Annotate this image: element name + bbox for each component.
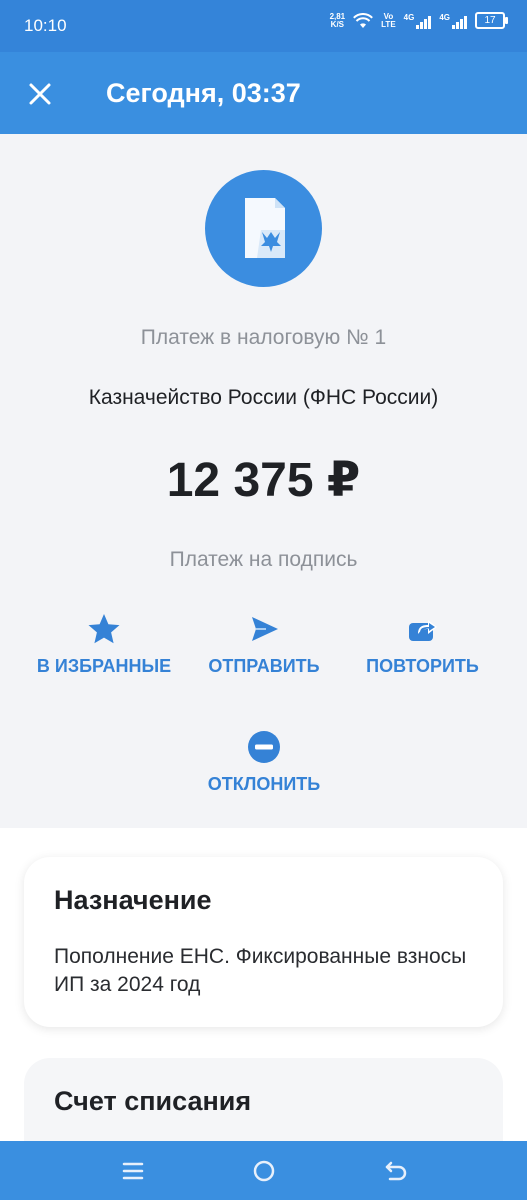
purpose-title: Назначение (54, 885, 212, 915)
status-icons: 2,81 K/S Vo LTE 4G 4G 17 (330, 12, 508, 29)
minus-circle-icon (248, 731, 280, 763)
close-icon (29, 83, 51, 105)
home-button[interactable] (249, 1157, 279, 1185)
purpose-text: Пополнение ЕНС. Фиксированные взносы ИП … (54, 945, 467, 996)
recipient-name: Казначейство России (ФНС России) (88, 386, 439, 409)
favorites-label: В ИЗБРАННЫЕ (36, 656, 172, 676)
repeat-button[interactable]: ПОВТОРИТЬ (350, 612, 495, 677)
status-bar: 10:10 2,81 K/S Vo LTE 4G 4G 17 (0, 0, 527, 52)
payment-amount: 12 375 ₽ (166, 454, 361, 507)
signal-sim2-icon: 4G (439, 13, 467, 29)
payment-status: Платеж на подпись (169, 548, 358, 571)
wifi-icon (353, 12, 374, 28)
purpose-card: Назначение Пополнение ЕНС. Фиксированные… (24, 857, 503, 1027)
repeat-icon (408, 620, 437, 641)
menu-icon (122, 1162, 144, 1180)
signal-sim1-icon: 4G (404, 13, 432, 29)
close-button[interactable] (20, 74, 60, 114)
payment-type: Платеж в налоговую № 1 (140, 326, 387, 349)
home-circle-icon (253, 1160, 275, 1182)
repeat-label: ПОВТОРИТЬ (366, 656, 479, 676)
add-to-favorites-button[interactable]: В ИЗБРАННЫЕ (24, 612, 184, 677)
app-bar: Сегодня, 03:37 (0, 52, 527, 134)
battery-level: 17 (484, 15, 496, 26)
sim2-label: 4G (439, 12, 450, 22)
star-icon (88, 614, 120, 644)
back-icon (385, 1161, 407, 1181)
system-nav-bar (0, 1141, 527, 1200)
decline-label: ОТКЛОНИТЬ (207, 774, 321, 794)
send-label: ОТПРАВИТЬ (208, 656, 320, 676)
volte-bottom: LTE (381, 19, 396, 29)
debit-account-title: Счет списания (54, 1086, 252, 1116)
volte-indicator: Vo LTE (381, 12, 396, 29)
send-button[interactable]: ОТПРАВИТЬ (194, 612, 334, 677)
network-speed: 2,81 K/S (330, 12, 346, 29)
send-icon (252, 617, 278, 641)
sim1-label: 4G (403, 12, 415, 22)
network-speed-unit: K/S (330, 19, 345, 29)
decline-button[interactable]: ОТКЛОНИТЬ (193, 730, 335, 795)
status-time: 10:10 (24, 16, 67, 35)
menu-button[interactable] (118, 1157, 148, 1185)
battery-icon: 17 (475, 12, 508, 29)
back-button[interactable] (381, 1157, 411, 1185)
tax-document-icon (205, 170, 322, 287)
page-title: Сегодня, 03:37 (106, 78, 301, 108)
